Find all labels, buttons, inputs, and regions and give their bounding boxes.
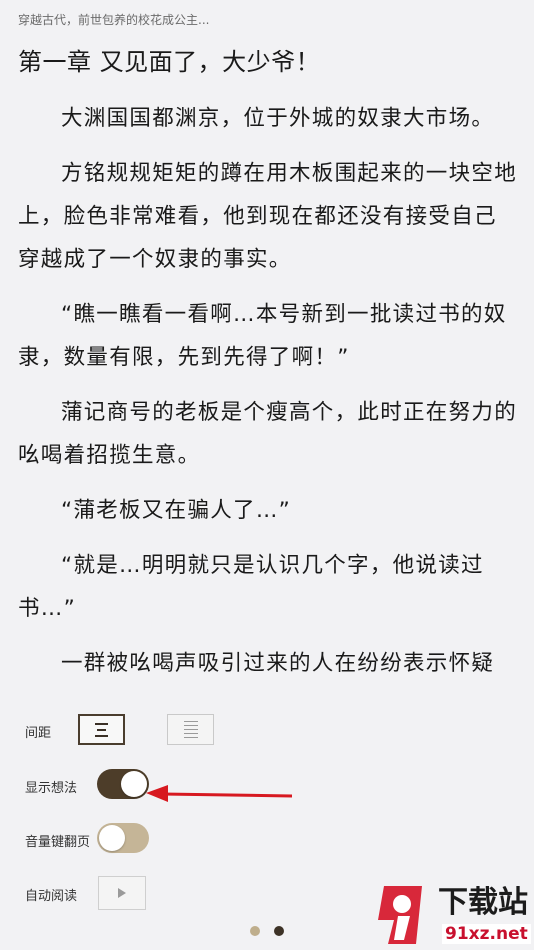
auto-read-label: 自动阅读 — [25, 889, 78, 904]
paragraph: 大渊国国都渊京，位于外城的奴隶大市场。 — [61, 106, 495, 131]
chapter-content[interactable]: 大渊国国都渊京，位于外城的奴隶大市场。 方铭规规矩矩的蹲在用木板围起来的一块空地… — [18, 97, 518, 695]
watermark-site: 91xz.net — [442, 924, 531, 944]
watermark-logo-icon — [378, 886, 422, 944]
auto-read-button[interactable] — [98, 876, 146, 910]
page-dot[interactable] — [250, 926, 260, 936]
lines-loose-icon — [183, 719, 198, 740]
toggle-knob — [121, 771, 147, 797]
paragraph: “瞧一瞧看一看啊…本号新到一批读过书的奴隶，数量有限，先到先得了啊！” — [18, 302, 507, 370]
watermark-name: 下载站 — [438, 885, 528, 920]
toggle-knob — [99, 825, 125, 851]
watermark: 下载站 91xz.net — [364, 880, 534, 950]
page-dot-active[interactable] — [274, 926, 284, 936]
chapter-title: 第一章 又见面了，大少爷！ — [18, 48, 321, 76]
spacing-label: 间距 — [25, 726, 52, 741]
volume-key-label: 音量键翻页 — [25, 835, 91, 850]
paragraph: “就是…明明就只是认识几个字，他说读过书…” — [18, 553, 484, 621]
play-icon — [118, 888, 126, 898]
paragraph: 一群被吆喝声吸引过来的人在纷纷表示怀疑 — [61, 651, 495, 676]
lines-compact-icon — [95, 721, 108, 739]
paragraph: 蒲记商号的老板是个瘦高个，此时正在努力的吆喝着招揽生意。 — [18, 400, 518, 468]
red-arrow-icon — [146, 785, 293, 802]
paragraph: 方铭规规矩矩的蹲在用木板围起来的一块空地上，脸色非常难看，他到现在都还没有接受自… — [18, 161, 518, 272]
volume-key-toggle[interactable] — [97, 823, 149, 853]
show-thoughts-label: 显示想法 — [25, 781, 78, 796]
paragraph: “蒲老板又在骗人了…” — [61, 498, 292, 523]
book-title: 穿越古代，前世包养的校花成公主... — [18, 13, 210, 27]
spacing-loose-button[interactable] — [167, 714, 214, 745]
show-thoughts-toggle[interactable] — [97, 769, 149, 799]
spacing-compact-button[interactable] — [78, 714, 125, 745]
